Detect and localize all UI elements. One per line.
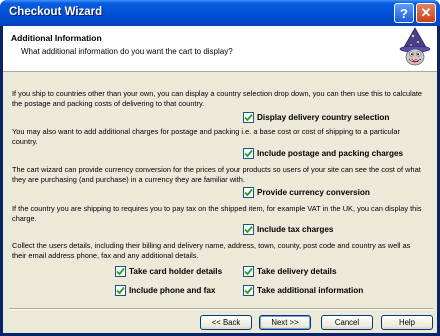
country-description: If you ship to countries other than your… xyxy=(12,89,423,108)
delivery-country-checkbox[interactable] xyxy=(243,112,254,123)
tax-label: Include tax charges xyxy=(257,225,334,234)
window-title: Checkout Wizard xyxy=(9,6,103,18)
details-description: Collect the users details, including the… xyxy=(12,241,411,260)
page-subtitle: What additional information do you want … xyxy=(21,47,233,56)
additional-info-checkbox[interactable] xyxy=(243,285,254,296)
check-icon xyxy=(116,267,125,276)
card-holder-option[interactable]: Take card holder details xyxy=(115,266,222,277)
card-holder-checkbox[interactable] xyxy=(115,266,126,277)
delivery-country-label: Display delivery country selection xyxy=(257,113,390,122)
currency-description: The cart wizard can provide currency con… xyxy=(12,165,421,184)
close-icon: ✕ xyxy=(420,5,432,20)
tax-option[interactable]: Include tax charges xyxy=(243,224,333,235)
cancel-button[interactable]: Cancel xyxy=(321,315,373,330)
tax-checkbox[interactable] xyxy=(243,224,254,235)
delivery-country-option[interactable]: Display delivery country selection xyxy=(243,112,389,123)
currency-option[interactable]: Provide currency conversion xyxy=(243,187,370,198)
check-icon xyxy=(244,225,253,234)
postage-checkbox[interactable] xyxy=(243,148,254,159)
card-holder-label: Take card holder details xyxy=(129,267,223,276)
additional-info-label: Take additional information xyxy=(257,286,364,295)
wizard-icon xyxy=(399,27,431,66)
back-button[interactable]: << Back xyxy=(200,315,252,330)
check-icon xyxy=(244,267,253,276)
phone-fax-option[interactable]: Include phone and fax xyxy=(115,285,215,296)
page-title: Additional Information xyxy=(11,33,102,43)
additional-info-option[interactable]: Take additional information xyxy=(243,285,363,296)
checkout-wizard-window: Checkout Wizard ? ✕ Additional Informati… xyxy=(0,0,440,336)
help-title-button[interactable]: ? xyxy=(394,3,414,23)
currency-label: Provide currency conversion xyxy=(257,188,370,197)
currency-checkbox[interactable] xyxy=(243,187,254,198)
button-separator xyxy=(9,308,433,310)
help-icon: ? xyxy=(400,5,408,21)
next-button[interactable]: Next >> xyxy=(259,315,311,330)
check-icon xyxy=(244,286,253,295)
delivery-details-option[interactable]: Take delivery details xyxy=(243,266,337,277)
delivery-details-label: Take delivery details xyxy=(257,267,337,276)
check-icon xyxy=(244,113,253,122)
postage-option[interactable]: Include postage and packing charges xyxy=(243,148,403,159)
check-icon xyxy=(244,149,253,158)
postage-description: You may also want to add additional char… xyxy=(12,127,400,146)
delivery-details-checkbox[interactable] xyxy=(243,266,254,277)
postage-label: Include postage and packing charges xyxy=(257,149,404,158)
tax-description: If the country you are shipping to requi… xyxy=(12,204,422,223)
phone-fax-checkbox[interactable] xyxy=(115,285,126,296)
wizard-header: Additional Information What additional i… xyxy=(3,26,437,72)
check-icon xyxy=(244,188,253,197)
title-bar[interactable]: Checkout Wizard ? ✕ xyxy=(0,0,440,26)
close-button[interactable]: ✕ xyxy=(416,3,436,23)
wizard-body: Additional Information What additional i… xyxy=(3,26,437,333)
phone-fax-label: Include phone and fax xyxy=(129,286,216,295)
check-icon xyxy=(116,286,125,295)
help-button[interactable]: Help xyxy=(381,315,433,330)
